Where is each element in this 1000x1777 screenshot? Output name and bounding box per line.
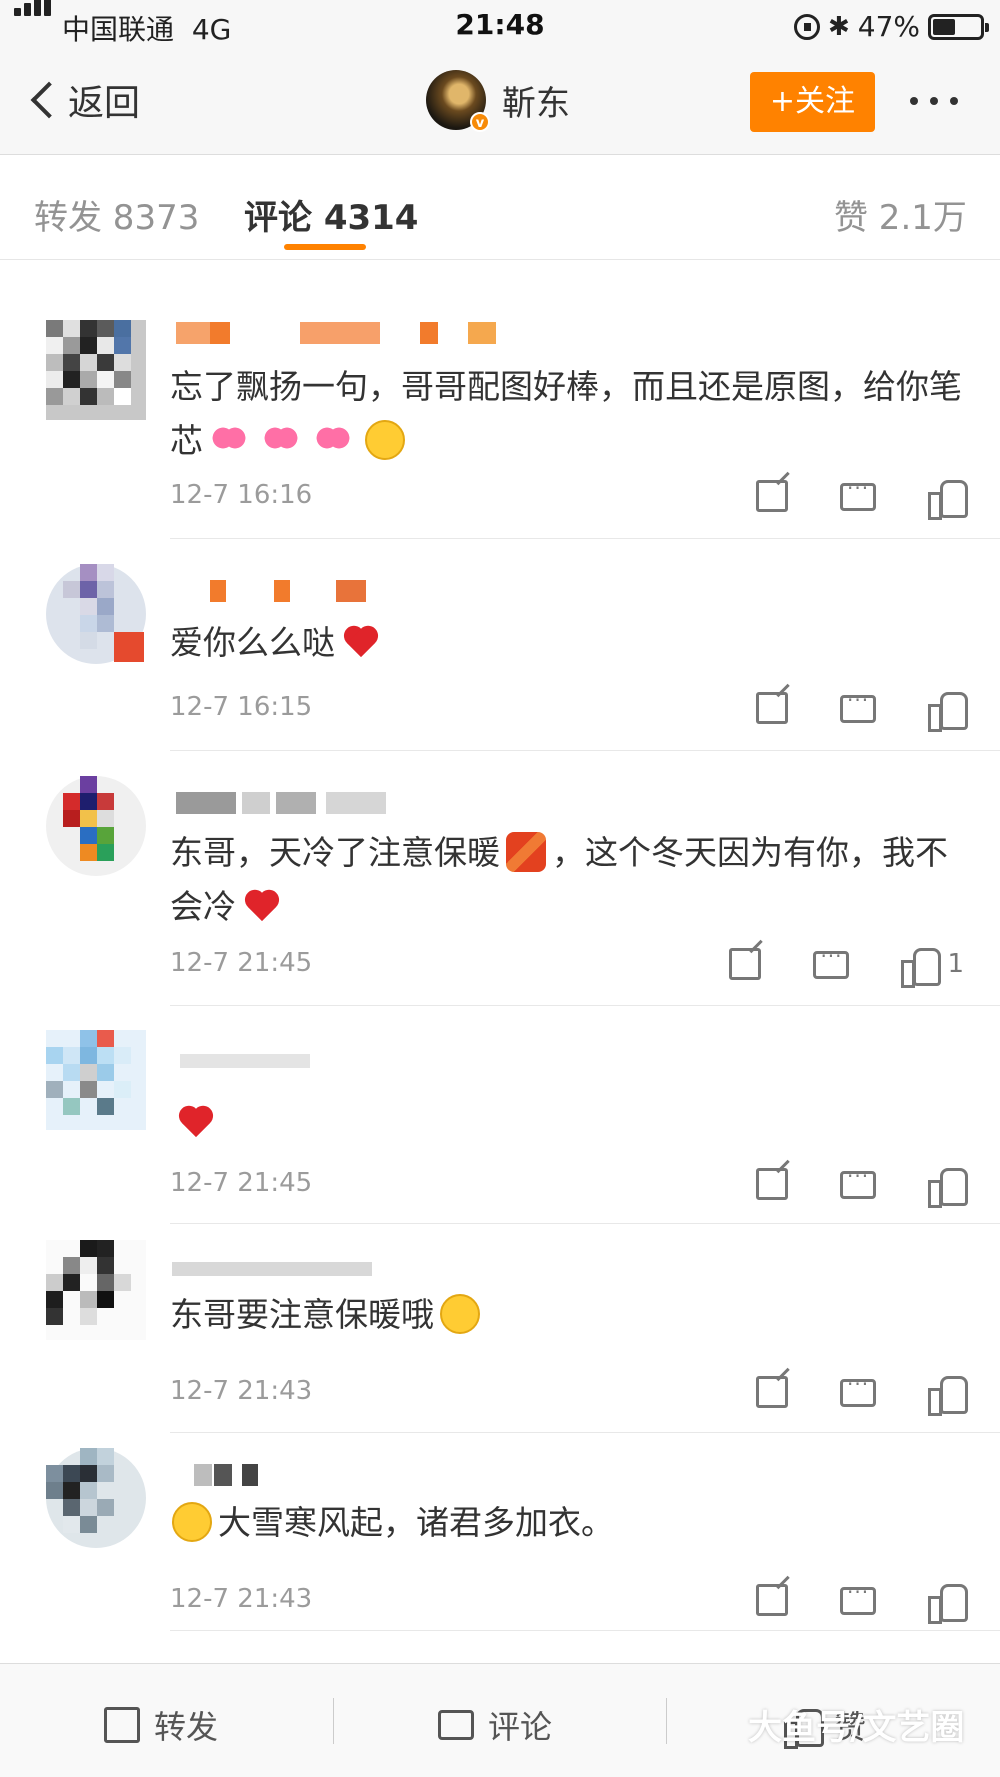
commenter-avatar[interactable]: [46, 776, 146, 876]
comment-item: 爱你么么哒 12-7 16:15: [0, 540, 1000, 751]
like-comment-icon[interactable]: [928, 690, 968, 732]
red-heart-emoji-icon: [176, 1102, 216, 1142]
commenter-avatar[interactable]: [46, 1030, 146, 1130]
tab-comments[interactable]: 评论 4314: [244, 190, 418, 239]
like-comment-icon[interactable]: [928, 1166, 968, 1208]
repost-label: 转发: [154, 1708, 219, 1746]
pink-hearts-emoji-icon: [313, 420, 353, 460]
repost-comment-icon[interactable]: [756, 480, 788, 512]
bluetooth-icon: ✱: [827, 11, 850, 42]
like-count: 1: [947, 949, 964, 979]
comment-timestamp: 12-7 21:43: [170, 1584, 313, 1614]
like-comment-icon[interactable]: [928, 478, 968, 520]
battery-percent: 47%: [857, 10, 920, 43]
comment-button[interactable]: 评论: [438, 1702, 552, 1748]
repost-comment-icon[interactable]: [756, 1168, 788, 1200]
commenter-name-blurred[interactable]: [170, 1046, 330, 1072]
follow-button[interactable]: +关注: [750, 72, 875, 132]
author-header[interactable]: v 靳东: [426, 70, 570, 132]
comment-text: 东哥要注意保暖哦: [170, 1288, 970, 1342]
commenter-avatar[interactable]: [46, 1240, 146, 1340]
back-button[interactable]: 返回: [26, 74, 140, 126]
status-bar: 中国联通 4G 21:48 ✱ 47%: [0, 0, 1000, 50]
back-label: 返回: [68, 83, 141, 124]
comment-text: 大雪寒风起，诸君多加衣。: [170, 1496, 970, 1550]
comment-timestamp: 12-7 21:43: [170, 1376, 313, 1406]
comment-timestamp: 12-7 21:45: [170, 1168, 313, 1198]
comment-timestamp: 12-7 21:45: [170, 948, 313, 978]
author-avatar[interactable]: v: [426, 70, 490, 132]
laughing-face-emoji-icon: [365, 420, 405, 460]
smile-face-emoji-icon: [172, 1502, 212, 1542]
tab-likes[interactable]: 赞 2.1万: [834, 190, 967, 239]
bottom-separator: [333, 1698, 334, 1744]
battery-icon: [928, 13, 989, 40]
tab-bar: 转发 8373 评论 4314 赞 2.1万: [0, 156, 1000, 260]
pink-hearts-emoji-icon: [261, 420, 301, 460]
commenter-name-blurred[interactable]: [170, 1254, 390, 1280]
repost-button[interactable]: 转发: [104, 1702, 218, 1748]
reply-comment-icon[interactable]: [840, 1164, 876, 1199]
more-options-icon[interactable]: [910, 97, 958, 105]
comment-divider: [170, 1005, 1000, 1006]
comment-text: 东哥，天冷了注意保暖 ，这个冬天因为有你，我不会冷: [170, 832, 948, 926]
commenter-avatar[interactable]: [46, 1448, 146, 1548]
active-tab-indicator: [284, 244, 366, 250]
comment-label: 评论: [488, 1708, 553, 1746]
repost-comment-icon[interactable]: [756, 1584, 788, 1616]
comment-timestamp: 12-7 16:15: [170, 692, 313, 722]
reply-comment-icon[interactable]: [840, 1580, 876, 1615]
comment-item: 大雪寒风起，诸君多加衣。 12-7 21:43: [0, 1430, 1000, 1631]
repost-comment-icon[interactable]: [756, 1376, 788, 1408]
comment-item: 忘了飘扬一句，哥哥配图好棒，而且还是原图，给你笔芯 12-7 16:16: [0, 280, 1000, 539]
nav-bar: 返回 v 靳东 +关注: [0, 50, 1000, 155]
author-name[interactable]: 靳东: [502, 76, 570, 125]
like-comment-icon[interactable]: [901, 946, 942, 988]
repost-comment-icon[interactable]: [729, 948, 762, 980]
comment-icon: [438, 1710, 474, 1740]
bottom-separator: [666, 1698, 667, 1744]
comment-divider: [170, 1630, 1000, 1631]
comment-item: 东哥，天冷了注意保暖，这个冬天因为有你，我不会冷 12-7 21:45 1: [0, 752, 1000, 1006]
watermark-text: 大鱼号/文艺圈: [748, 1708, 965, 1748]
red-heart-emoji-icon: [242, 886, 282, 926]
comment-timestamp: 12-7 16:16: [170, 480, 313, 510]
comment-item: 12-7 21:45: [0, 1012, 1000, 1224]
reply-comment-icon[interactable]: [840, 476, 876, 511]
commenter-avatar[interactable]: [46, 320, 146, 420]
commenter-name-blurred[interactable]: [170, 1464, 270, 1490]
comment-text: 忘了飘扬一句，哥哥配图好棒，而且还是原图，给你笔芯: [170, 367, 962, 460]
comment-text: 爱你么么哒: [170, 616, 970, 670]
commenter-name-blurred[interactable]: [170, 580, 370, 606]
reply-comment-icon[interactable]: [813, 944, 850, 979]
red-heart-emoji-icon: [341, 622, 381, 662]
commenter-avatar[interactable]: [46, 564, 146, 664]
chevron-left-icon: [30, 81, 68, 119]
rotation-lock-icon: [793, 13, 820, 40]
like-comment-icon[interactable]: [928, 1374, 968, 1416]
scarf-emoji-icon: [506, 832, 546, 872]
comment-divider: [170, 750, 1000, 751]
repost-icon: [104, 1707, 140, 1743]
commenter-name-blurred[interactable]: [170, 322, 530, 348]
tab-reposts[interactable]: 转发 8373: [34, 190, 199, 239]
reply-comment-icon[interactable]: [840, 688, 876, 723]
comment-text: [170, 1096, 970, 1150]
pink-hearts-emoji-icon: [209, 420, 249, 460]
hugging-face-emoji-icon: [440, 1294, 480, 1334]
reply-comment-icon[interactable]: [840, 1372, 876, 1407]
comment-divider: [170, 538, 1000, 539]
commenter-name-blurred[interactable]: [170, 792, 430, 818]
comment-item: 东哥要注意保暖哦 12-7 21:43: [0, 1220, 1000, 1433]
repost-comment-icon[interactable]: [756, 692, 788, 724]
like-comment-icon[interactable]: [928, 1582, 968, 1624]
verified-badge-icon: v: [470, 112, 490, 132]
